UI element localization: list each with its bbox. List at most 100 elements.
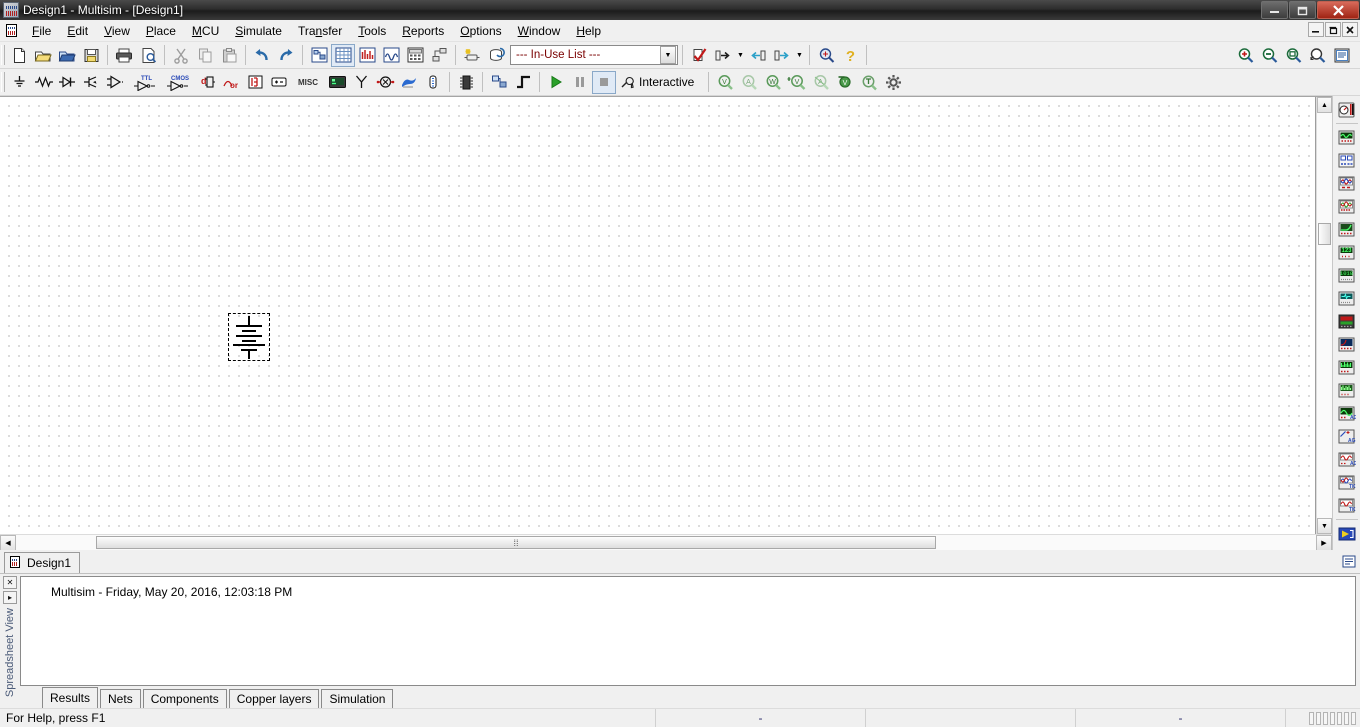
menu-edit[interactable]: Edit	[59, 21, 96, 41]
oscilloscope-icon[interactable]	[1335, 172, 1359, 195]
zoom-in-icon[interactable]	[1234, 44, 1258, 67]
horizontal-scroll-thumb[interactable]: ⁞⁞	[96, 536, 936, 549]
place-advanced-peripherals-icon[interactable]	[325, 71, 349, 94]
probe-settings-icon[interactable]	[881, 71, 905, 94]
mdi-close-button[interactable]	[1342, 22, 1358, 37]
menu-simulate[interactable]: Simulate	[227, 21, 290, 41]
distortion-analyzer-icon[interactable]	[1335, 356, 1359, 379]
new-icon[interactable]	[7, 44, 31, 67]
spreadsheet-close-button[interactable]: ✕	[3, 576, 17, 589]
menu-file[interactable]: File	[24, 21, 59, 41]
new-component-icon[interactable]	[460, 44, 484, 67]
vertical-scroll-thumb[interactable]	[1318, 223, 1331, 245]
tab-results[interactable]: Results	[42, 687, 99, 708]
place-connectors-icon[interactable]	[421, 71, 445, 94]
mdi-minimize-button[interactable]	[1308, 22, 1324, 37]
place-misc-icon[interactable]: MISC	[291, 71, 325, 94]
menu-view[interactable]: View	[96, 21, 138, 41]
grapher-icon[interactable]	[379, 44, 403, 67]
sprite-view-icon[interactable]	[355, 44, 379, 67]
place-analog-icon[interactable]	[103, 71, 127, 94]
close-button[interactable]	[1317, 1, 1359, 19]
power-probe-icon[interactable]: W	[761, 71, 785, 94]
multimeter-icon[interactable]	[1335, 98, 1359, 121]
iv-analyzer-icon[interactable]	[1335, 333, 1359, 356]
spreadsheet-expand-button[interactable]: ▸	[3, 591, 17, 604]
menu-mcu[interactable]: MCU	[184, 21, 227, 41]
toolbar-gripper[interactable]	[1, 45, 5, 65]
tab-copper-layers[interactable]: Copper layers	[228, 689, 320, 708]
pause-simulation-button[interactable]	[568, 71, 592, 94]
place-ttl-icon[interactable]: TTL	[127, 71, 161, 94]
place-ni-components-icon[interactable]	[397, 71, 421, 94]
schematic-canvas[interactable]	[0, 97, 1316, 534]
hierarchy-icon[interactable]	[427, 44, 451, 67]
in-use-list-combo[interactable]: --- In-Use List --- ▼	[510, 45, 678, 65]
canvas-horizontal-scrollbar[interactable]: ◀ ⁞⁞ ▶	[0, 534, 1332, 551]
print-icon[interactable]	[112, 44, 136, 67]
bode-plotter-icon[interactable]	[1335, 218, 1359, 241]
cut-icon[interactable]	[169, 44, 193, 67]
agilent-function-generator-icon[interactable]: AG	[1335, 425, 1359, 448]
zoom-selection-icon[interactable]	[1330, 44, 1354, 67]
in-use-list-caret-icon[interactable]: ▼	[660, 46, 676, 64]
vertical-scroll-track[interactable]	[1317, 113, 1332, 518]
backannotate-icon[interactable]	[746, 44, 770, 67]
erc-icon[interactable]	[687, 44, 711, 67]
scroll-right-button[interactable]: ▶	[1316, 535, 1332, 551]
labview-instruments-icon[interactable]	[1335, 522, 1359, 545]
referenced-voltage-probe-icon[interactable]: V	[833, 71, 857, 94]
results-log-list[interactable]: Multisim - Friday, May 20, 2016, 12:03:1…	[20, 576, 1356, 686]
menu-window[interactable]: Window	[510, 21, 569, 41]
place-rf-icon[interactable]	[349, 71, 373, 94]
place-mixed-icon[interactable]: or	[219, 71, 243, 94]
scroll-up-button[interactable]: ▲	[1317, 97, 1332, 113]
differential-voltage-probe-icon[interactable]: V	[785, 71, 809, 94]
design-toolbox-icon[interactable]	[307, 44, 331, 67]
place-transistor-icon[interactable]	[79, 71, 103, 94]
agilent-multimeter-icon[interactable]: AG	[1335, 448, 1359, 471]
status-resize-grip[interactable]	[1286, 711, 1360, 725]
stop-simulation-button[interactable]	[592, 70, 616, 94]
transfer-caret-icon[interactable]: ▼	[735, 44, 746, 67]
place-diode-icon[interactable]	[55, 71, 79, 94]
tab-overflow-icon[interactable]	[1342, 555, 1356, 571]
find-icon[interactable]	[814, 44, 838, 67]
copy-icon[interactable]	[193, 44, 217, 67]
agilent-oscilloscope-icon[interactable]: TK	[1335, 471, 1359, 494]
print-preview-icon[interactable]	[136, 44, 160, 67]
place-mcu-icon[interactable]	[454, 71, 478, 94]
redo-icon[interactable]	[274, 44, 298, 67]
tab-nets[interactable]: Nets	[100, 689, 141, 708]
horizontal-scroll-track[interactable]: ⁞⁞	[16, 535, 1316, 550]
place-basic-icon[interactable]	[31, 71, 55, 94]
wattmeter-icon[interactable]	[1335, 149, 1359, 172]
place-source-icon[interactable]	[7, 71, 31, 94]
tektronix-oscilloscope-icon[interactable]: TK	[1335, 494, 1359, 517]
function-generator-icon[interactable]	[1335, 126, 1359, 149]
undo-icon[interactable]	[250, 44, 274, 67]
zoom-area-icon[interactable]	[1282, 44, 1306, 67]
save-icon[interactable]	[79, 44, 103, 67]
scroll-left-button[interactable]: ◀	[0, 535, 16, 551]
forward-annotate-caret-icon[interactable]: ▼	[794, 44, 805, 67]
place-misc-digital-icon[interactable]: d	[195, 71, 219, 94]
tab-simulation[interactable]: Simulation	[321, 689, 394, 708]
menu-reports[interactable]: Reports	[394, 21, 452, 41]
spreadsheet-view-icon[interactable]	[331, 43, 355, 67]
simulation-mode[interactable]: Interactive	[620, 75, 694, 89]
components-toolbar-gripper[interactable]	[1, 72, 5, 92]
menu-tools[interactable]: Tools	[350, 21, 394, 41]
minimize-button[interactable]	[1261, 1, 1288, 19]
network-analyzer-icon[interactable]: AG	[1335, 402, 1359, 425]
place-bus-icon[interactable]	[511, 71, 535, 94]
tab-components[interactable]: Components	[142, 689, 227, 708]
zoom-out-icon[interactable]	[1258, 44, 1282, 67]
menu-help[interactable]: Help	[568, 21, 609, 41]
paste-icon[interactable]	[217, 44, 241, 67]
voltage-and-current-probe-icon[interactable]: A	[809, 71, 833, 94]
logic-converter-icon[interactable]	[1335, 287, 1359, 310]
postprocessor-icon[interactable]	[403, 44, 427, 67]
menu-place[interactable]: Place	[138, 21, 184, 41]
battery-symbol[interactable]	[228, 313, 270, 361]
